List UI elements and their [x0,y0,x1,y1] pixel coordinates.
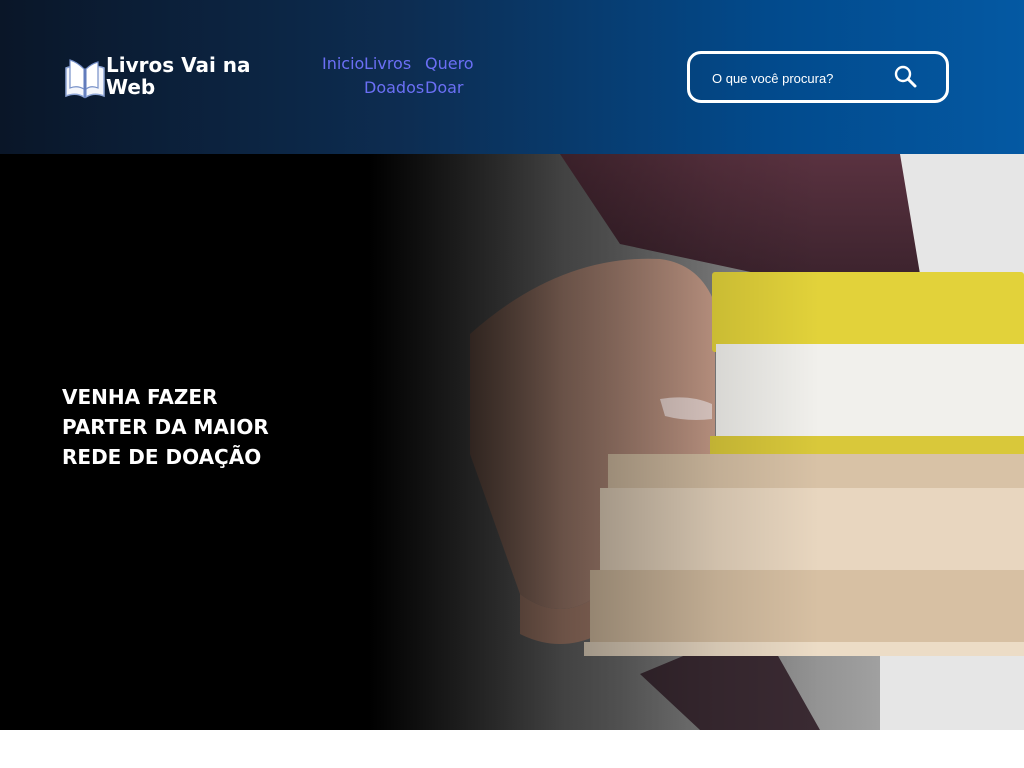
nav-link-label: Doados [364,78,425,97]
hero-banner: VENHA FAZER PARTER DA MAIOR REDE DE DOAÇ… [0,154,1024,730]
search-icon [894,65,917,88]
nav-link-label: Livros [364,54,412,73]
search-input[interactable] [712,66,892,90]
logo[interactable]: Livros Vai na Web [64,54,266,100]
nav-link-label: Doar [425,78,464,97]
nav-link-label: Quero [425,54,474,73]
hero-title: VENHA FAZER PARTER DA MAIOR REDE DE DOAÇ… [62,385,269,469]
nav-link-livros-doados[interactable]: Livros Doados [364,52,425,100]
nav-link-inicio[interactable]: Inicio [322,52,364,76]
brand-name: Livros Vai na Web [106,53,251,99]
search-box [687,51,949,103]
nav-link-quero-doar[interactable]: Quero Doar [425,52,485,100]
search-button[interactable] [893,64,919,90]
book-logo-icon [65,59,105,99]
site-header: Livros Vai na Web Inicio Livros Doados Q… [0,0,1024,154]
